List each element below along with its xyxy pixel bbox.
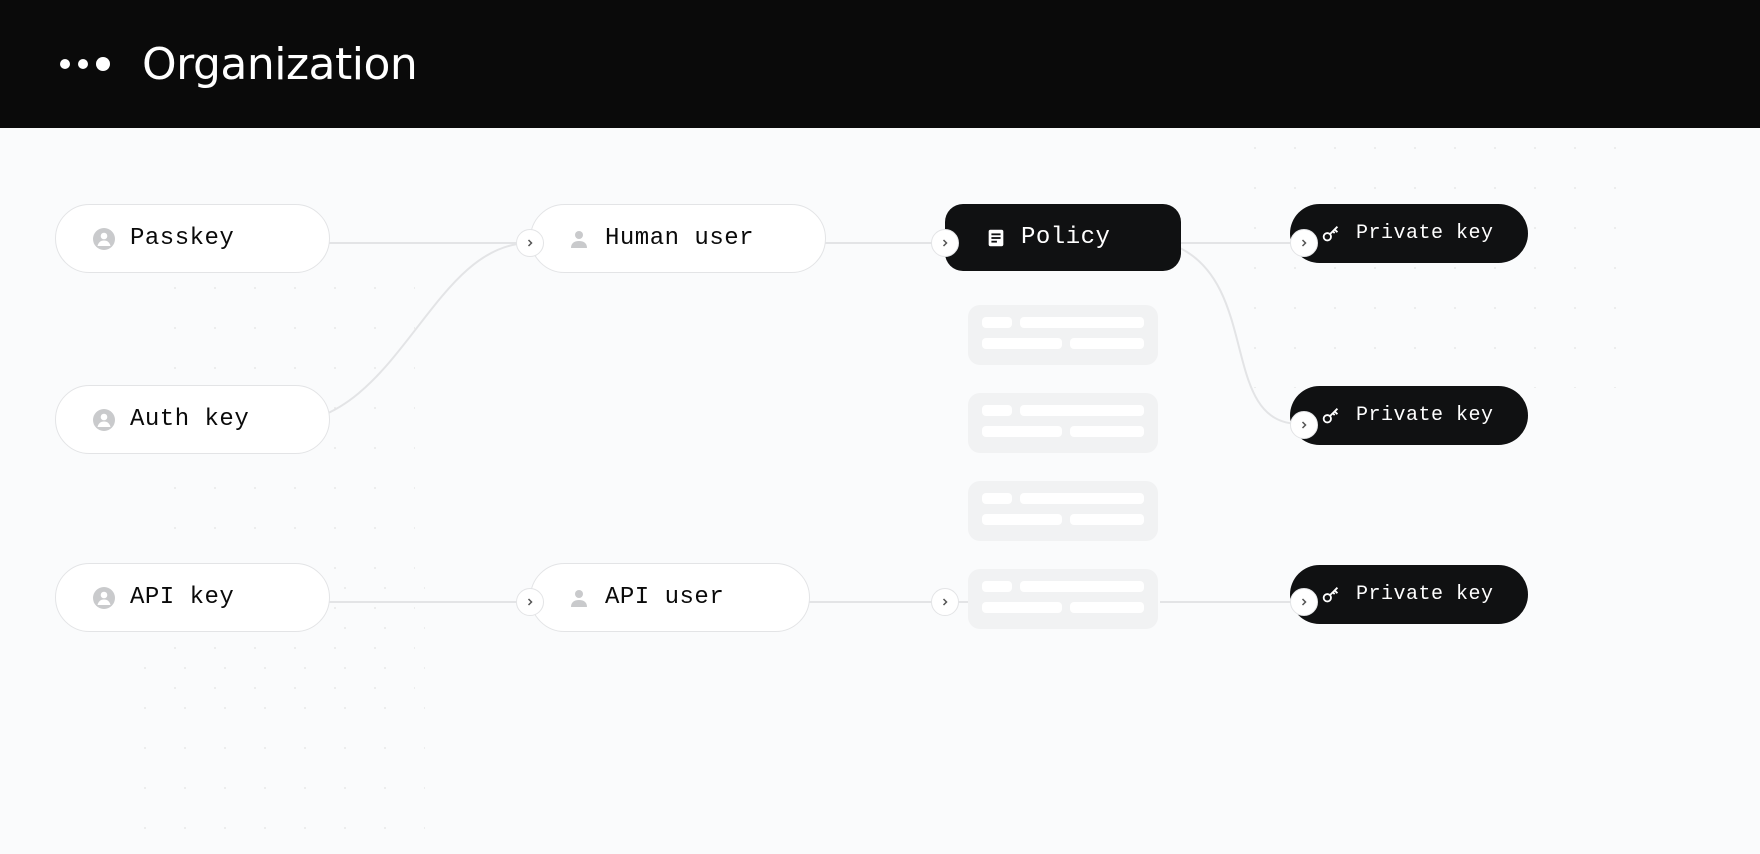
chevron-right-icon bbox=[516, 229, 544, 257]
policy-card-placeholder bbox=[968, 305, 1158, 365]
person-badge-icon bbox=[92, 408, 116, 432]
node-label: Private key bbox=[1356, 404, 1494, 427]
key-icon bbox=[1320, 405, 1342, 427]
key-icon bbox=[1320, 584, 1342, 606]
grid-backdrop bbox=[155, 268, 415, 698]
node-label: API key bbox=[130, 584, 234, 611]
node-passkey: Passkey bbox=[55, 204, 330, 273]
node-policy: Policy bbox=[945, 204, 1181, 271]
key-icon bbox=[1320, 223, 1342, 245]
node-label: Private key bbox=[1356, 222, 1494, 245]
chevron-right-icon bbox=[1290, 229, 1318, 257]
node-human-user: Human user bbox=[530, 204, 826, 273]
document-icon bbox=[985, 227, 1007, 249]
user-icon bbox=[567, 227, 591, 251]
header-bar: Organization bbox=[0, 0, 1760, 128]
diagram-canvas: Passkey Auth key API key Human user API … bbox=[0, 128, 1760, 854]
chevron-right-icon bbox=[516, 588, 544, 616]
traffic-lights-icon bbox=[60, 57, 110, 71]
node-authkey: Auth key bbox=[55, 385, 330, 454]
policy-card-placeholder bbox=[968, 481, 1158, 541]
person-badge-icon bbox=[92, 227, 116, 251]
page-title: Organization bbox=[142, 39, 417, 90]
node-private-key: Private key bbox=[1290, 204, 1528, 263]
node-apikey: API key bbox=[55, 563, 330, 632]
chevron-right-icon bbox=[1290, 411, 1318, 439]
chevron-right-icon bbox=[931, 229, 959, 257]
policy-card-placeholder bbox=[968, 393, 1158, 453]
node-private-key: Private key bbox=[1290, 386, 1528, 445]
user-icon bbox=[567, 586, 591, 610]
chevron-right-icon bbox=[931, 588, 959, 616]
node-label: API user bbox=[605, 584, 724, 611]
policy-card-placeholder bbox=[968, 569, 1158, 629]
chevron-right-icon bbox=[1290, 588, 1318, 616]
node-label: Human user bbox=[605, 225, 754, 252]
node-label: Passkey bbox=[130, 225, 234, 252]
person-badge-icon bbox=[92, 586, 116, 610]
node-api-user: API user bbox=[530, 563, 810, 632]
node-private-key: Private key bbox=[1290, 565, 1528, 624]
node-label: Private key bbox=[1356, 583, 1494, 606]
node-label: Auth key bbox=[130, 406, 249, 433]
node-label: Policy bbox=[1021, 224, 1110, 251]
